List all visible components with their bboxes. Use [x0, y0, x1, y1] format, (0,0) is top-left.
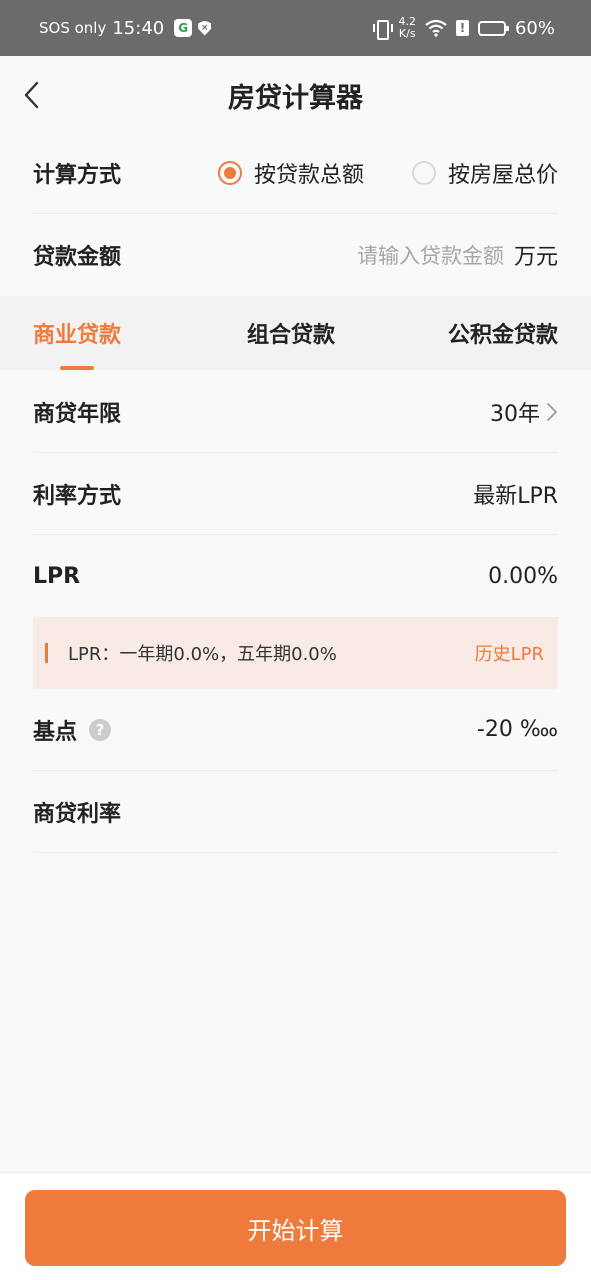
calc-method-label: 计算方式 — [33, 162, 122, 188]
help-icon[interactable]: ? — [89, 718, 112, 741]
loan-amount-row: 贷款金额 请输入贷款金额 万元 — [33, 214, 558, 296]
loan-term-value: 30年 — [490, 401, 540, 427]
calc-method-row: 计算方式 按贷款总额 按房屋总价 — [33, 132, 558, 214]
radio-by-house-price[interactable]: 按房屋总价 — [411, 157, 558, 189]
radio-by-loan-total[interactable]: 按贷款总额 — [217, 157, 364, 189]
lpr-info-box: LPR：一年期0.0%，五年期0.0% 历史LPR — [33, 617, 558, 689]
status-bar: SOS only 15:40 G × 4.2 K/s ! 60% — [0, 0, 591, 56]
info-accent-bar — [45, 643, 48, 663]
rate-method-value: 最新LPR — [473, 483, 558, 509]
loan-amount-field[interactable]: 请输入贷款金额 万元 — [357, 239, 558, 271]
history-lpr-link[interactable]: 历史LPR — [475, 640, 544, 666]
carrier-text: SOS only — [39, 19, 107, 37]
loan-term-row[interactable]: 商贷年限 30年 — [33, 371, 558, 453]
start-calculation-button[interactable]: 开始计算 — [25, 1190, 566, 1266]
loan-amount-input[interactable]: 请输入贷款金额 — [357, 240, 504, 270]
commercial-rate-row: 商贷利率 — [33, 771, 558, 853]
wifi-icon — [425, 19, 447, 37]
commercial-rate-label: 商贷利率 — [33, 801, 122, 827]
app-header: 房贷计算器 — [0, 56, 591, 134]
shield-icon: × — [198, 20, 212, 36]
tab-combined-loan[interactable]: 组合贷款 — [247, 296, 335, 370]
battery-icon — [477, 20, 509, 36]
lpr-value: 0.00% — [488, 563, 558, 589]
app-notification-icon: G — [174, 19, 193, 37]
chevron-right-icon — [547, 402, 557, 421]
rate-method-row[interactable]: 利率方式 最新LPR — [33, 453, 558, 535]
basis-point-row[interactable]: 基点 ? -20 ‱ — [33, 689, 558, 771]
loan-amount-unit: 万元 — [513, 245, 558, 270]
lpr-row: LPR 0.00% — [33, 535, 558, 617]
radio-unchecked-icon — [411, 160, 436, 185]
rate-method-label: 利率方式 — [33, 483, 122, 509]
calc-method-radio-group: 按贷款总额 按房屋总价 — [217, 157, 558, 189]
radio-label: 按贷款总额 — [253, 162, 364, 188]
basis-point-value[interactable]: -20 ‱ — [477, 717, 558, 742]
alert-icon: ! — [455, 20, 469, 36]
chevron-left-icon — [24, 81, 39, 109]
radio-label: 按房屋总价 — [447, 162, 558, 188]
bottom-action-bar: 开始计算 — [0, 1172, 591, 1280]
radio-checked-icon — [217, 160, 242, 185]
basis-point-label: 基点 — [33, 719, 78, 745]
network-speed: 4.2 K/s — [398, 15, 416, 40]
tab-provident-fund-loan[interactable]: 公积金贷款 — [448, 296, 558, 370]
tab-commercial-loan[interactable]: 商业贷款 — [33, 296, 121, 370]
loan-term-label: 商贷年限 — [33, 401, 122, 427]
back-button[interactable] — [16, 78, 46, 112]
lpr-info-text: LPR：一年期0.0%，五年期0.0% — [68, 644, 337, 665]
clock-time: 15:40 — [112, 17, 165, 39]
mortgage-calculator-screen: SOS only 15:40 G × 4.2 K/s ! 60% 房贷计算器 计… — [0, 0, 591, 1280]
loan-type-tabs: 商业贷款 组合贷款 公积金贷款 — [0, 296, 591, 370]
page-title: 房贷计算器 — [228, 82, 363, 114]
loan-amount-label: 贷款金额 — [33, 245, 122, 270]
lpr-label: LPR — [33, 563, 81, 589]
battery-percent: 60% — [514, 17, 555, 39]
vibrate-icon — [373, 19, 394, 40]
